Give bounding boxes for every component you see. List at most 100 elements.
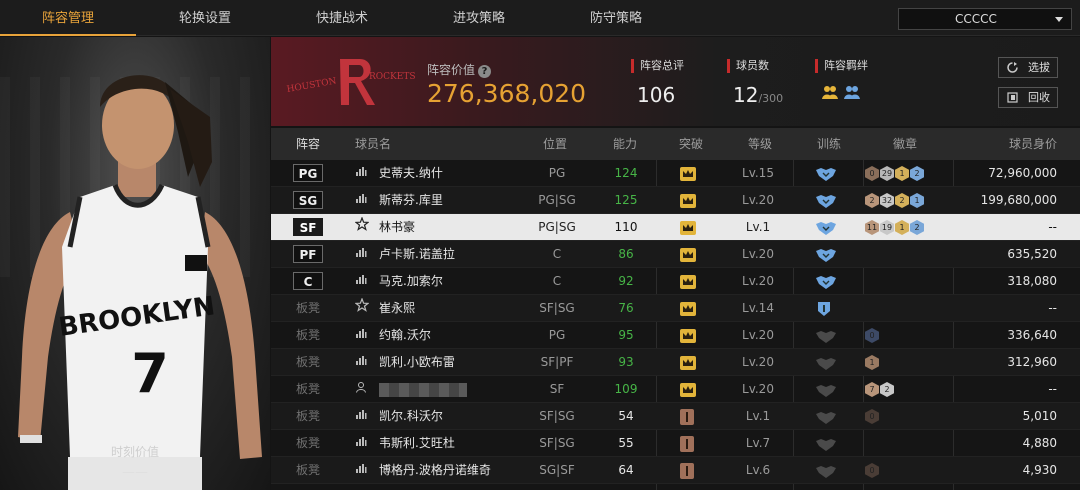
cell-training[interactable] [815,160,841,187]
table-row[interactable]: 板凳 崔永熙 SF|SG 76 Lv.14 -- [271,295,1080,322]
cell-breakthrough[interactable] [679,187,703,214]
badge-hex-icon[interactable]: 1 [865,355,879,370]
cell-training[interactable] [815,349,841,376]
badge-hex-icon[interactable]: 0 [865,328,879,343]
cell-breakthrough[interactable] [679,403,703,430]
position-slot-tag[interactable]: PG [293,164,323,182]
cell-training[interactable] [815,214,841,241]
badge-hex-icon[interactable]: 0 [865,409,879,424]
badge-hex-icon[interactable]: 2 [880,382,894,397]
badge-hex-icon[interactable]: 1 [910,193,924,208]
tab-quick-tactics[interactable]: 快捷战术 [274,0,410,36]
cell-breakthrough[interactable] [679,430,703,457]
table-row[interactable]: PG 史蒂夫.纳什 PG 124 Lv.15 0 29 1 2 72,960,000 [271,160,1080,187]
table-row[interactable]: PF 卢卡斯.诺盖拉 C 86 Lv.20 635,520 [271,241,1080,268]
cell-player-name[interactable] [379,376,529,403]
col-breakthrough[interactable]: 突破 [679,128,703,160]
col-name[interactable]: 球员名 [355,128,391,160]
cell-player-name[interactable]: 博格丹.波格丹诺维奇 [379,457,529,484]
cell-player-name[interactable]: 卢卡斯.诺盖拉 [379,241,529,268]
bond-blue-icon[interactable] [843,83,861,101]
table-row[interactable]: 板凳 约翰.沃尔 PG 95 Lv.20 0 336,640 [271,322,1080,349]
table-row[interactable]: 板凳 博格丹.波格丹诺维奇 SG|SF 64 Lv.6 0 4,930 [271,457,1080,484]
col-badges[interactable]: 徽章 [893,128,917,160]
position-slot-tag[interactable]: C [293,272,323,290]
cell-breakthrough[interactable] [679,268,703,295]
cell-player-name[interactable]: 马克.加索尔 [379,268,529,295]
table-row[interactable]: SG 斯蒂芬.库里 PG|SG 125 Lv.20 2 32 2 1 199,680,… [271,187,1080,214]
cell-player-name[interactable]: 凯尔.科沃尔 [379,403,529,430]
player-count-block: 球员数 12/300 [727,59,783,107]
badge-hex-icon[interactable]: 2 [895,193,909,208]
badge-hex-icon[interactable]: 7 [865,382,879,397]
col-value[interactable]: 球员身价 [1009,128,1057,160]
pick-button[interactable]: 选拔 [998,57,1058,78]
player-name: 林书豪 [379,220,416,234]
position-slot-tag[interactable]: SF [293,218,323,236]
cell-player-name[interactable]: 韦斯利.艾旺杜 [379,430,529,457]
team-select-dropdown[interactable]: CCCCC [898,8,1072,30]
col-ability[interactable]: 能力 [613,128,637,160]
cell-player-name[interactable]: 崔永熙 [379,295,529,322]
cell-lineup-slot: 板凳 [293,403,323,430]
badge-hex-icon[interactable]: 19 [880,220,894,235]
cell-position: PG [548,166,566,180]
badge-hex-icon[interactable]: 11 [865,220,879,235]
cell-breakthrough[interactable] [679,457,703,484]
badge-hex-icon[interactable]: 1 [895,166,909,181]
cell-breakthrough[interactable] [679,160,703,187]
cell-player-name[interactable]: 约翰.沃尔 [379,322,529,349]
stats-icon [355,187,369,214]
cell-player-name[interactable]: 斯蒂芬.库里 [379,187,529,214]
badge-hex-icon[interactable]: 1 [895,220,909,235]
badge-hex-icon[interactable]: 2 [865,193,879,208]
table-row[interactable]: 板凳 凯利.小欧布雷 SF|PF 93 Lv.20 1 312,960 [271,349,1080,376]
col-lineup[interactable]: 阵容 [296,128,320,160]
training-shield-icon [818,302,830,316]
cell-lineup-slot: 板凳 [293,349,323,376]
badge-hex-icon[interactable]: 32 [880,193,894,208]
col-level[interactable]: 等级 [748,128,772,160]
cell-training[interactable] [815,295,841,322]
cell-training[interactable] [815,457,841,484]
cell-breakthrough[interactable] [679,214,703,241]
table-row[interactable]: C 马克.加索尔 C 92 Lv.20 318,080 [271,268,1080,295]
cell-breakthrough[interactable] [679,376,703,403]
badge-hex-icon[interactable]: 2 [910,220,924,235]
badge-hex-icon[interactable]: 0 [865,166,879,181]
crown-breakthrough-icon [680,356,696,370]
tab-offense-strategy[interactable]: 进攻策略 [411,0,547,36]
badge-hex-icon[interactable]: 29 [880,166,894,181]
badge-hex-icon[interactable]: 0 [865,463,879,478]
cell-player-name[interactable]: 林书豪 [379,214,529,241]
tab-defense-strategy[interactable]: 防守策略 [548,0,684,36]
badge-hex-icon[interactable]: 2 [910,166,924,181]
col-training[interactable]: 训练 [817,128,841,160]
table-row[interactable]: 板凳 凯尔.科沃尔 SF|SG 54 Lv.1 0 5,010 [271,403,1080,430]
cell-training[interactable] [815,241,841,268]
col-position[interactable]: 位置 [543,128,567,160]
cell-ability: 64 [618,463,634,477]
cell-breakthrough[interactable] [679,241,703,268]
recycle-button[interactable]: 回收 [998,87,1058,108]
tab-lineup-management[interactable]: 阵容管理 [0,0,136,36]
cell-breakthrough[interactable] [679,349,703,376]
cell-breakthrough[interactable] [679,295,703,322]
cell-player-name[interactable]: 凯利.小欧布雷 [379,349,529,376]
cell-training[interactable] [815,376,841,403]
cell-training[interactable] [815,187,841,214]
table-row[interactable]: 板凳 SF 109 Lv.20 72 -- [271,376,1080,403]
tab-rotation-settings[interactable]: 轮换设置 [137,0,273,36]
cell-breakthrough[interactable] [679,322,703,349]
bond-gold-icon[interactable] [821,83,839,101]
cell-training[interactable] [815,430,841,457]
cell-training[interactable] [815,268,841,295]
help-icon[interactable]: ? [478,65,492,78]
cell-player-name[interactable]: 史蒂夫.纳什 [379,160,529,187]
cell-training[interactable] [815,403,841,430]
table-row[interactable]: SF 林书豪 PG|SG 110 Lv.1 11 19 1 2 -- [271,214,1080,241]
cell-training[interactable] [815,322,841,349]
position-slot-tag[interactable]: PF [293,245,323,263]
position-slot-tag[interactable]: SG [293,191,323,209]
table-row[interactable]: 板凳 韦斯利.艾旺杜 SF|SG 55 Lv.7 4,880 [271,430,1080,457]
